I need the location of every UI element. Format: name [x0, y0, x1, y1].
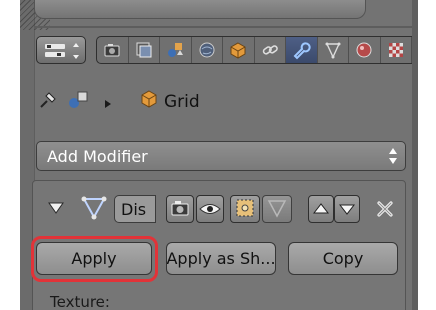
header-separator [34, 26, 412, 28]
tab-scene[interactable] [160, 37, 192, 63]
scene-icon [69, 91, 88, 108]
apply-as-shape-button[interactable]: Apply as Sh... [166, 242, 276, 275]
modifier-name-field[interactable]: Dis [114, 195, 156, 223]
arrow-down-icon [338, 204, 356, 215]
constraints-icon [262, 45, 278, 55]
collapse-toggle[interactable] [48, 200, 64, 219]
add-modifier-dropdown[interactable]: Add Modifier [36, 141, 406, 171]
camera-icon [171, 201, 189, 216]
pin-button[interactable] [36, 88, 60, 116]
tab-mesh-data[interactable] [318, 37, 349, 63]
context-path [34, 84, 404, 116]
mesh-data-icon [325, 42, 341, 59]
panel-top-scrollbar[interactable] [34, 0, 366, 19]
material-icon [356, 42, 372, 58]
render-layers-icon [136, 42, 152, 58]
tab-render-layers[interactable] [129, 37, 160, 63]
tab-constraints[interactable] [255, 37, 286, 63]
panel-right-edge [412, 0, 418, 310]
pin-icon [40, 92, 56, 108]
remove-modifier-button[interactable] [374, 198, 396, 224]
tab-object[interactable] [223, 37, 255, 63]
eye-icon [199, 204, 221, 214]
properties-editor-icon [45, 43, 79, 59]
texture-icon [388, 43, 403, 57]
move-up-button[interactable] [308, 195, 334, 223]
texture-label: Texture: [50, 293, 110, 310]
arrow-up-icon [312, 203, 330, 214]
move-down-button[interactable] [334, 195, 360, 223]
object-icon [141, 90, 157, 108]
chevron-right-icon [104, 94, 112, 113]
tab-texture[interactable] [381, 37, 412, 63]
copy-button[interactable]: Copy [288, 242, 398, 275]
object-icon [230, 42, 246, 59]
tab-render[interactable] [97, 37, 129, 63]
apply-highlight-annotation [31, 236, 158, 282]
add-modifier-label: Add Modifier [47, 147, 148, 166]
scene-icon [168, 43, 184, 57]
triangle-down-icon [48, 202, 64, 214]
tab-world[interactable] [192, 37, 223, 63]
breadcrumb-object-name: Grid [164, 92, 200, 112]
screenshot-canvas: Grid Add Modifier Dis Apply Apply as Sh.… [0, 0, 436, 310]
dropdown-arrows-icon [389, 148, 397, 164]
cage-toggle-button[interactable] [262, 195, 292, 223]
editmode-icon [236, 199, 254, 217]
modifier-type-icon-wrap [80, 194, 108, 226]
displace-modifier-icon [81, 196, 107, 220]
viewport-toggle-button[interactable] [196, 195, 224, 223]
tab-material[interactable] [349, 37, 381, 63]
camera-icon [104, 44, 120, 57]
scene-context-icon-wrap [66, 88, 92, 116]
render-toggle-button[interactable] [166, 195, 194, 223]
modifiers-wrench-icon [293, 42, 311, 60]
close-icon [377, 201, 393, 217]
tab-modifiers[interactable] [286, 37, 318, 63]
world-icon [199, 42, 215, 58]
editmode-toggle-button[interactable] [230, 195, 260, 223]
mesh-cage-icon [267, 200, 287, 218]
context-tabs [96, 36, 412, 64]
object-context-icon-wrap [138, 88, 160, 114]
editor-type-button[interactable] [36, 36, 86, 64]
